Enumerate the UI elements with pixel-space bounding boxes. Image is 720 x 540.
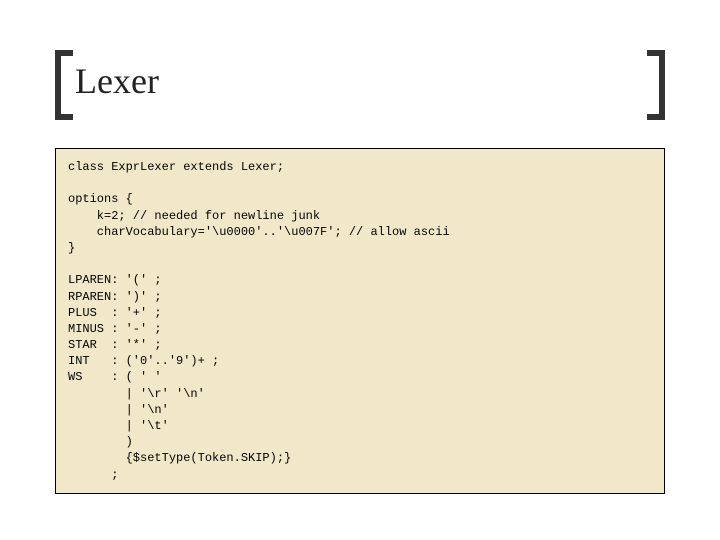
page-title: Lexer	[75, 60, 645, 102]
bracket-left-icon	[55, 50, 73, 120]
code-block: class ExprLexer extends Lexer; options {…	[55, 148, 665, 494]
title-container: Lexer	[55, 50, 665, 120]
slide: Lexer class ExprLexer extends Lexer; opt…	[55, 50, 665, 494]
bracket-right-icon	[647, 50, 665, 120]
